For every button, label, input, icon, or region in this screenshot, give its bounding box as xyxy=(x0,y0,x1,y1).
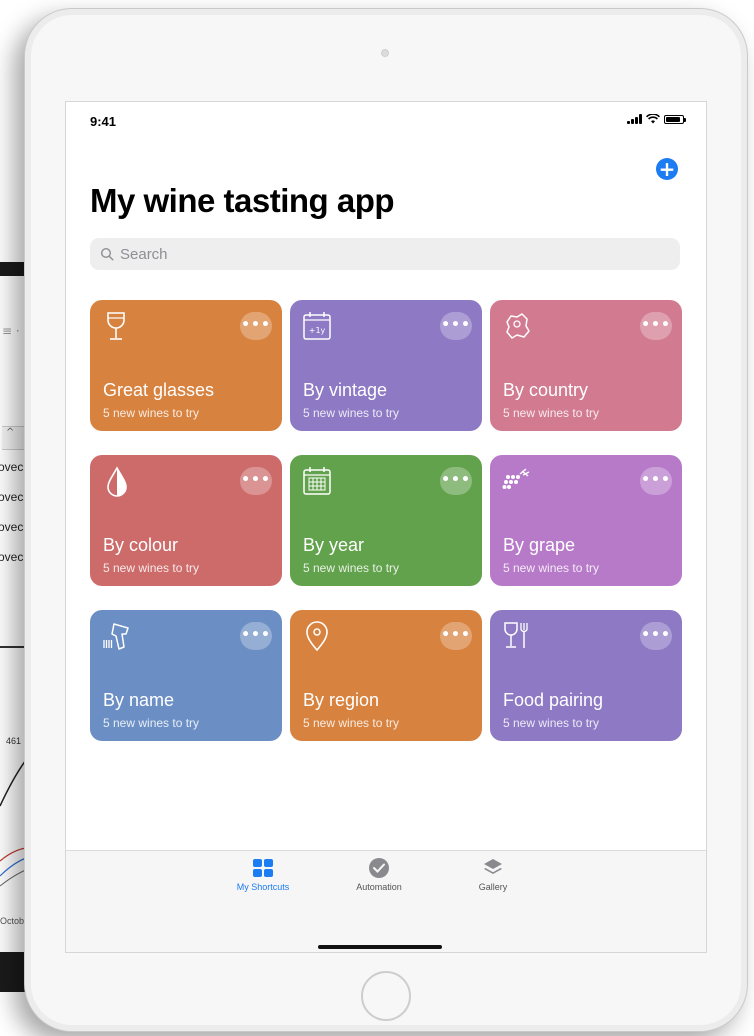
camera-dot xyxy=(381,49,389,57)
table-cell: ovec xyxy=(0,490,24,504)
add-shortcut-button[interactable]: + xyxy=(656,158,678,180)
more-options-button[interactable]: ••• xyxy=(240,622,272,650)
tab-my-shortcuts[interactable]: My Shortcuts xyxy=(208,857,318,892)
card-title: Great glasses xyxy=(103,380,215,400)
more-options-button[interactable]: ••• xyxy=(640,622,672,650)
home-indicator[interactable] xyxy=(318,945,442,949)
card-subtitle: 5 new wines to try xyxy=(303,561,400,575)
drop-icon xyxy=(107,466,127,497)
wine-glass-icon xyxy=(107,312,125,340)
shortcut-card-great-glasses[interactable]: ••• Great glasses 5 new wines to try xyxy=(90,300,282,431)
card-title: Food pairing xyxy=(503,690,604,710)
more-options-button[interactable]: ••• xyxy=(240,467,272,495)
tab-label: My Shortcuts xyxy=(236,882,290,892)
card-subtitle: 5 new wines to try xyxy=(103,406,200,420)
shortcut-card-by-year[interactable]: ••• By year 5 new wines to try xyxy=(290,455,482,586)
shortcut-card-by-vintage[interactable]: +1y ••• By vintage 5 new wines to try xyxy=(290,300,482,431)
status-icons xyxy=(627,114,686,124)
toolbar-glyph-icon: ≡ · xyxy=(2,324,20,338)
calendar-plus-one-year-icon: +1y xyxy=(303,312,331,340)
card-subtitle: 5 new wines to try xyxy=(303,406,400,420)
card-subtitle: 5 new wines to try xyxy=(503,406,600,420)
card-title: By grape xyxy=(503,535,576,555)
cellular-signal-icon xyxy=(627,114,642,124)
shortcut-card-by-colour[interactable]: ••• By colour 5 new wines to try xyxy=(90,455,282,586)
more-options-button[interactable]: ••• xyxy=(440,622,472,650)
search-icon xyxy=(100,247,114,261)
card-title: By vintage xyxy=(303,380,388,400)
shortcut-card-by-region[interactable]: ••• By region 5 new wines to try xyxy=(290,610,482,741)
chart-number: 461 xyxy=(6,736,22,746)
more-options-button[interactable]: ••• xyxy=(440,312,472,340)
status-bar: 9:41 xyxy=(66,102,706,130)
battery-fill xyxy=(666,116,681,122)
more-options-button[interactable]: ••• xyxy=(440,467,472,495)
location-pin-icon xyxy=(306,621,328,652)
card-subtitle: 5 new wines to try xyxy=(503,561,600,575)
card-title: By region xyxy=(303,690,380,710)
more-options-button[interactable]: ••• xyxy=(640,467,672,495)
table-cell: ovec xyxy=(0,520,24,534)
calendar-grid-icon xyxy=(303,467,331,495)
chart-month-label: Octob xyxy=(0,916,25,926)
card-title: By country xyxy=(503,380,589,400)
barcode-scanner-icon xyxy=(103,623,129,650)
card-title: By colour xyxy=(103,535,179,555)
ipad-frame: 9:41 + My wine tasting app Search ••• Gr… xyxy=(24,8,748,1032)
card-subtitle: 5 new wines to try xyxy=(103,561,200,575)
tab-automation[interactable]: Automation xyxy=(324,857,434,892)
more-options-button[interactable]: ••• xyxy=(240,312,272,340)
shortcut-card-by-country[interactable]: ••• By country 5 new wines to try xyxy=(490,300,682,431)
home-button[interactable] xyxy=(361,971,411,1021)
more-options-button[interactable]: ••• xyxy=(640,312,672,340)
globe-map-icon xyxy=(506,313,530,339)
app-screen: 9:41 + My wine tasting app Search ••• Gr… xyxy=(65,101,707,953)
search-bar[interactable] xyxy=(90,238,680,270)
battery-icon xyxy=(664,114,686,124)
tab-gallery[interactable]: Gallery xyxy=(438,857,548,892)
shortcut-card-food-pairing[interactable]: ••• Food pairing 5 new wines to try xyxy=(490,610,682,741)
layers-icon xyxy=(484,859,502,874)
grapes-icon xyxy=(502,468,530,489)
glass-and-fork-icon xyxy=(504,622,528,648)
status-time: 9:41 xyxy=(90,114,117,129)
card-subtitle: 5 new wines to try xyxy=(503,716,600,730)
clock-check-icon xyxy=(369,858,389,878)
card-subtitle: 5 new wines to try xyxy=(103,716,200,730)
plus-icon: + xyxy=(658,157,676,181)
shortcut-card-by-grape[interactable]: ••• By grape 5 new wines to try xyxy=(490,455,682,586)
shortcut-card-by-name[interactable]: ••• By name 5 new wines to try xyxy=(90,610,282,741)
tab-label: Gallery xyxy=(478,882,508,892)
grid-squares-icon xyxy=(253,859,273,877)
card-subtitle: 5 new wines to try xyxy=(303,716,400,730)
search-input[interactable] xyxy=(120,245,660,263)
card-title: By year xyxy=(303,535,365,555)
svg-text:+1y: +1y xyxy=(309,326,326,335)
table-cell: ovec xyxy=(0,460,24,474)
tab-label: Automation xyxy=(356,882,402,892)
page-title: My wine tasting app xyxy=(90,182,395,219)
card-title: By name xyxy=(103,690,175,710)
wifi-icon xyxy=(646,114,660,124)
tab-bar: My Shortcuts Automation Gallery xyxy=(66,850,706,952)
table-cell: ovec xyxy=(0,550,24,564)
